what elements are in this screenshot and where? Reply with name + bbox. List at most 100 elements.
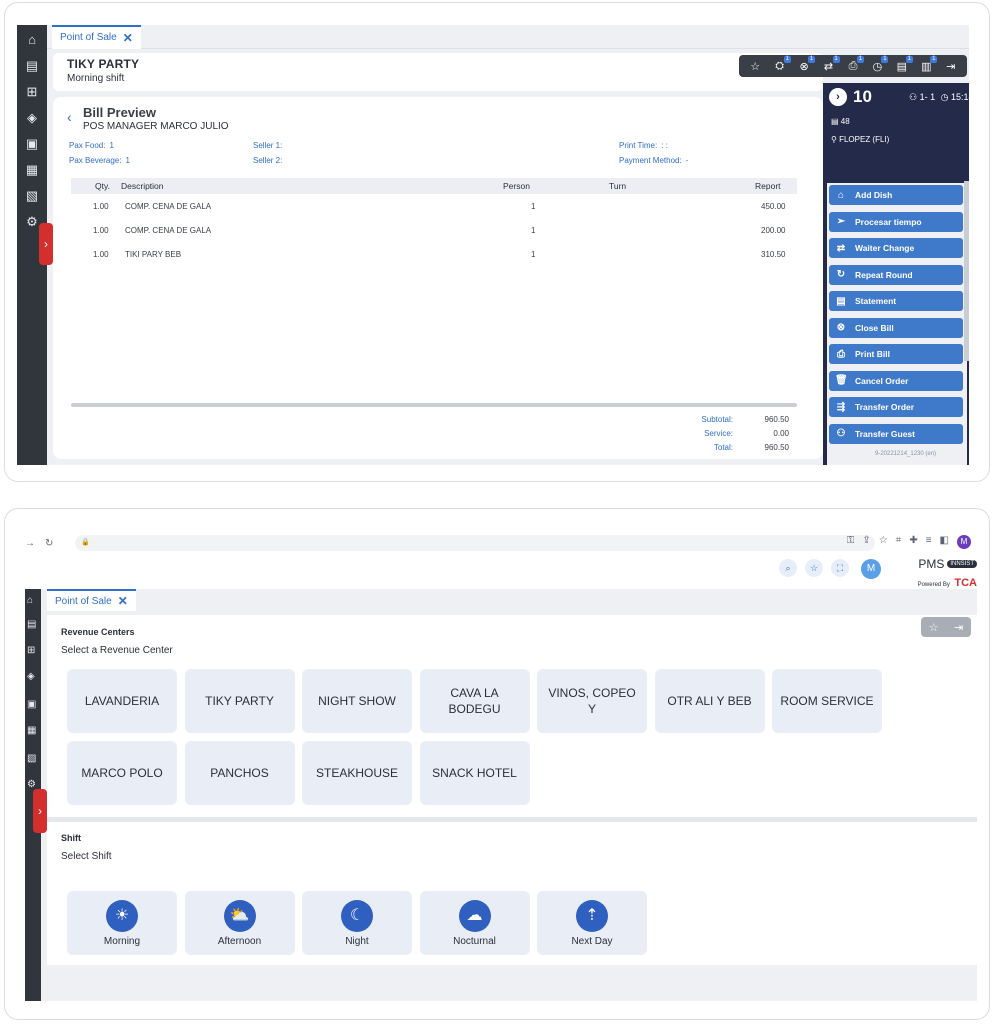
table-number-value: 10 bbox=[853, 87, 872, 106]
favorites-icon[interactable]: ☆ bbox=[805, 559, 823, 577]
action-label: Waiter Change bbox=[855, 243, 915, 253]
revenue-center-button[interactable]: NIGHT SHOW bbox=[302, 669, 412, 733]
revenue-center-button[interactable]: ROOM SERVICE bbox=[772, 669, 882, 733]
users-icon[interactable]: ⛭ 1 bbox=[771, 55, 791, 73]
revenue-center-button[interactable]: VINOS, COPEO Y bbox=[537, 669, 647, 733]
document-icon[interactable]: ▤ 1 bbox=[893, 55, 913, 73]
revenue-center-button[interactable]: PANCHOS bbox=[184, 741, 295, 805]
dashboard-icon[interactable]: ▦ bbox=[27, 725, 36, 736]
rooms-icon[interactable]: ⊞ bbox=[27, 645, 35, 656]
brand-tag: INNSIST bbox=[947, 559, 977, 568]
brand-logo: PMS INNSIST Powered By TCA bbox=[901, 555, 977, 591]
covers-value: 48 bbox=[840, 117, 850, 126]
panel-tools: ☆ ⇥ bbox=[921, 617, 971, 637]
badge: 1 bbox=[856, 55, 864, 63]
action-close-bill-button[interactable]: ⊗ Close Bill bbox=[829, 317, 963, 338]
col-person: Person bbox=[503, 181, 530, 191]
timer-icon[interactable]: ◷ 1 bbox=[868, 55, 889, 73]
badge: 1 bbox=[930, 55, 938, 63]
star-icon[interactable]: ☆ bbox=[746, 60, 764, 73]
shift-next-day-button[interactable]: ⇡ Next Day bbox=[537, 891, 647, 955]
extension-icon[interactable]: ✚ bbox=[909, 535, 917, 549]
fullscreen-icon[interactable]: ⛶ bbox=[831, 559, 849, 577]
action-cancel-order-button[interactable]: 🗑 Cancel Order bbox=[829, 370, 963, 391]
table-info: › 10 ⚇ 1- 1 ◷ 15:14 ▤ 48 ⚲ FLOPEZ (FLI) bbox=[823, 83, 969, 181]
table-scrollbar[interactable] bbox=[71, 403, 797, 407]
sidebar-icon[interactable]: ◧ bbox=[940, 535, 949, 549]
col-description: Description bbox=[121, 181, 164, 191]
logout-icon[interactable]: ⇥ bbox=[954, 621, 963, 634]
user-avatar[interactable]: M bbox=[861, 559, 881, 579]
section-divider bbox=[47, 817, 977, 822]
reload-icon[interactable]: ↻ bbox=[45, 538, 53, 549]
shift-label: Night bbox=[345, 935, 369, 947]
table-row[interactable]: 1.00 COMP. CENA DE GALA 1 200.00 bbox=[71, 223, 797, 239]
payment-method: Payment Method: - bbox=[619, 156, 688, 165]
hotel-icon[interactable]: ⌂ bbox=[27, 595, 33, 606]
table-row[interactable]: 1.00 TIKI PARY BEB 1 310.50 bbox=[71, 247, 797, 263]
revenue-center-button[interactable]: TIKY PARTY bbox=[184, 669, 295, 733]
cancel-circle-icon[interactable]: ⊗ 1 bbox=[795, 55, 816, 73]
forward-icon[interactable]: → bbox=[25, 538, 35, 549]
star-icon[interactable]: ☆ bbox=[929, 621, 939, 634]
key-icon[interactable]: ⚿ bbox=[847, 535, 855, 549]
close-tab-icon[interactable]: ✕ bbox=[123, 27, 133, 49]
shift-nocturnal-button[interactable]: ☁ Nocturnal bbox=[419, 891, 530, 955]
actions-scrollbar[interactable] bbox=[964, 181, 969, 361]
shift-morning-button[interactable]: ☀ Morning bbox=[67, 891, 177, 955]
action-transfer-guest-button[interactable]: ⚇ Transfer Guest bbox=[829, 423, 963, 444]
cloud-sun-icon: ⛅ bbox=[223, 899, 256, 932]
action-procesar-tiempo-button[interactable]: ➢ Procesar tiempo bbox=[829, 211, 963, 232]
tab-point-of-sale[interactable]: Point of Sale ✕ bbox=[52, 25, 141, 49]
expand-menu-button-2[interactable]: › bbox=[33, 789, 47, 833]
profile-avatar[interactable]: M bbox=[957, 535, 971, 549]
reports-icon[interactable]: ▤ bbox=[27, 619, 36, 630]
action-add-dish-button[interactable]: ⌂ Add Dish bbox=[829, 185, 963, 205]
shift-night-button[interactable]: ☾ Night bbox=[302, 891, 412, 955]
share-icon[interactable]: ⇪ bbox=[862, 535, 870, 549]
reports-icon[interactable]: ▤ bbox=[23, 57, 41, 75]
revenue-center-button[interactable]: OTR ALI Y BEB bbox=[654, 669, 765, 733]
clipboard-icon[interactable]: ▣ bbox=[23, 135, 41, 153]
billing-icon[interactable]: ▧ bbox=[23, 187, 41, 205]
back-chevron-icon[interactable]: ‹ bbox=[67, 109, 72, 125]
expand-menu-button[interactable]: › bbox=[39, 223, 53, 265]
covers: ▤ 48 bbox=[831, 117, 850, 126]
revenue-center-button[interactable]: STEAKHOUSE bbox=[302, 741, 412, 805]
chevron-right-icon[interactable]: › bbox=[829, 88, 847, 106]
reading-list-icon[interactable]: ≡ bbox=[926, 535, 932, 549]
bill-qty: 1.00 bbox=[93, 226, 109, 235]
print-icon[interactable]: ⎙ 1 bbox=[844, 55, 864, 73]
revenue-center-button[interactable]: MARCO POLO bbox=[67, 741, 177, 805]
tag-icon[interactable]: ◈ bbox=[23, 109, 41, 127]
address-bar[interactable]: 🔒 bbox=[75, 535, 875, 551]
revenue-center-button[interactable]: LAVANDERIA bbox=[67, 669, 177, 733]
close-tab-icon[interactable]: ✕ bbox=[118, 594, 128, 608]
shift-afternoon-button[interactable]: ⛅ Afternoon bbox=[184, 891, 295, 955]
transfer-icon[interactable]: ⇄ 1 bbox=[820, 55, 840, 73]
billing-icon[interactable]: ▧ bbox=[27, 753, 36, 764]
bill-preview-screenshot: ⌂ ▤ ⊞ ◈ ▣ ▦ ▧ ⚙ › Point of Sale ✕ TIKY P… bbox=[4, 2, 990, 482]
revenue-center-button[interactable]: SNACK HOTEL bbox=[419, 741, 530, 805]
action-label: Transfer Order bbox=[855, 402, 915, 412]
table-row[interactable]: 1.00 COMP. CENA DE GALA 1 450.00 bbox=[71, 199, 797, 215]
dashboard-icon[interactable]: ▦ bbox=[23, 161, 41, 179]
action-repeat-round-button[interactable]: ↻ Repeat Round bbox=[829, 264, 963, 285]
badge: 1 bbox=[808, 55, 816, 63]
action-label: Procesar tiempo bbox=[855, 216, 922, 227]
action-statement-button[interactable]: ▤ Statement bbox=[829, 291, 963, 311]
tab-point-of-sale-2[interactable]: Point of Sale ✕ bbox=[47, 589, 136, 611]
action-transfer-order-button[interactable]: ⇶ Transfer Order bbox=[829, 397, 963, 417]
action-print-bill-button[interactable]: ⎙ Print Bill bbox=[829, 344, 963, 364]
hotel-icon[interactable]: ⌂ bbox=[23, 31, 41, 49]
action-waiter-change-button[interactable]: ⇄ Waiter Change bbox=[829, 238, 963, 258]
rooms-icon[interactable]: ⊞ bbox=[23, 83, 41, 101]
documents-icon[interactable]: ▥ 1 bbox=[917, 55, 938, 73]
tag-icon[interactable]: ◈ bbox=[27, 671, 35, 682]
revenue-center-button[interactable]: CAVA LA BODEGU bbox=[419, 669, 530, 733]
bookmark-icon[interactable]: ☆ bbox=[879, 535, 888, 549]
clipboard-icon[interactable]: ▣ bbox=[27, 699, 36, 710]
search-icon[interactable]: ⌕ bbox=[779, 559, 797, 577]
screenshot-icon[interactable]: ⌗ bbox=[896, 535, 902, 549]
logout-icon[interactable]: ⇥ bbox=[942, 60, 960, 73]
